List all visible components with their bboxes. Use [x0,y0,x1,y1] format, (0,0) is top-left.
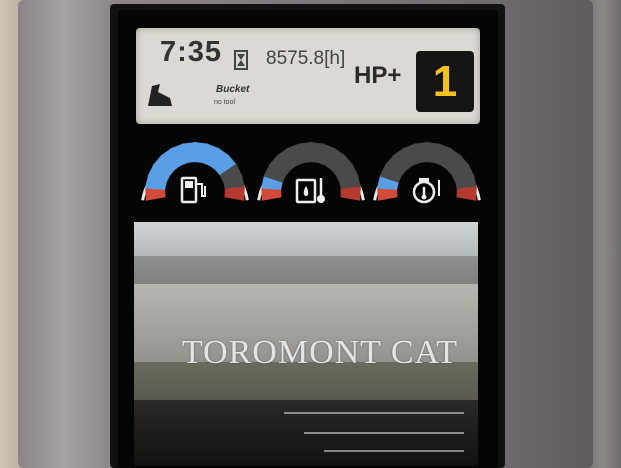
gauge-segment [340,186,361,201]
gear-indicator: 1 [416,51,474,112]
hourglass-icon [234,50,248,75]
status-panel: 7:35 8575.8[h] HP+ 1 Bucket no tool [136,28,480,124]
camera-guide-line [324,450,464,452]
tool-name: Bucket [216,84,250,95]
watermark-text: TOROMONT CAT [181,334,459,371]
fuel-level-gauge [140,134,250,214]
hydraulic-oil-temp-gauge [256,134,366,214]
camera-guide-line [284,412,464,414]
gauge-segment [456,186,477,201]
power-mode-indicator: HP+ [354,62,402,89]
clock-time: 7:35 [160,36,223,68]
gauge-segment [224,186,245,201]
camera-guide-line [304,432,464,434]
engine-coolant-temp-gauge [372,134,482,214]
tool-subtitle: no tool [214,99,236,106]
service-hours: 8575.8[h] [266,48,346,69]
bucket-icon [144,82,174,113]
